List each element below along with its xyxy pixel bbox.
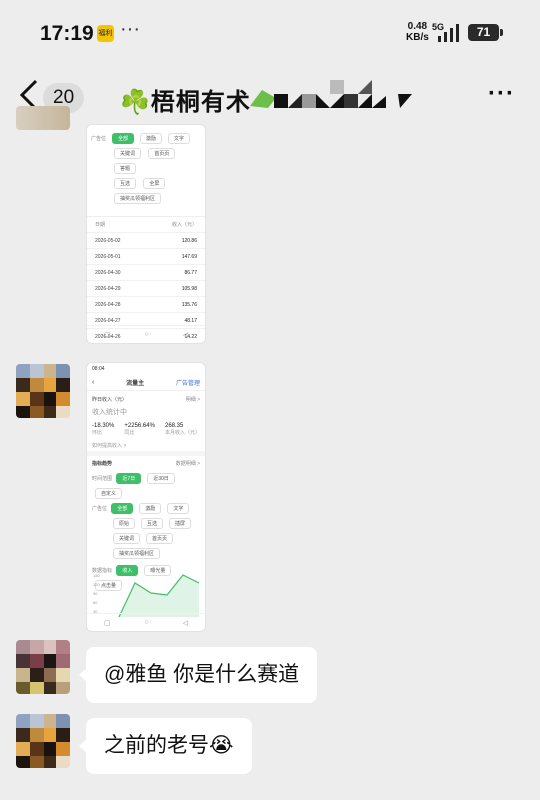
message-bubble[interactable]: @雅鱼 你是什么赛道 [78,647,318,703]
chip: 答题 [114,163,137,174]
redaction-mosaic [250,80,412,108]
avatar[interactable] [16,106,70,130]
message-text: 之前的老号 [104,734,209,757]
message-text: @雅鱼 你是什么赛道 [104,663,300,686]
yesterday-label: 昨日收入（元） [92,397,128,403]
phone-nav-keys: ▢ ○ ◁ [87,613,205,631]
stat-label: 环比 [92,430,103,436]
chat-header: 20 ☘️梧桐有术 ··· [0,62,540,130]
chip: 互选 [141,518,164,529]
more-icon[interactable]: ··· [488,80,515,108]
chip: 关键词 [114,148,142,159]
avatar[interactable] [16,714,70,768]
image-message-income-table[interactable]: 广告位 全部 激励 文字 关键词 首页页 答题 互选 全屏 抽奖瓜领福利区 日期… [86,124,206,344]
crying-emoji-icon: 😭 [209,734,234,757]
chip: 激励 [140,133,163,144]
column-income: 收入（元） [171,222,197,228]
table-row: 2026-04-28 135.76 [87,297,205,313]
trend-chart: 150 120 90 60 30 [93,573,200,617]
column-date: 日期 [95,222,106,228]
status-more-icon: ··· [120,18,140,40]
trend-link: 数据明细 > [175,461,200,467]
trend-title: 指标趋势 [92,461,113,467]
table-row: 2026-04-30 86.77 [87,265,205,281]
image-message-dashboard[interactable]: 08:04 ‹ 流量主 广告管理 昨日收入（元） 明细 > 收入统计中 -18.3… [86,362,206,632]
ad-label: 广告位 [92,506,108,512]
chip: 全屏 [143,178,166,189]
avatar[interactable] [16,364,70,418]
net-speed: 0.48 KB/s [406,21,429,43]
stat-label: 本月收入（元） [164,430,200,436]
avatar[interactable] [16,640,70,694]
yesterday-link: 明细 > [185,397,200,403]
chip: 插屏 [169,518,192,529]
chat-title-text: 梧桐有术 [150,89,251,116]
table-row: 2026-04-29 105.98 [87,281,205,297]
svg-text:90: 90 [93,591,98,596]
phone-nav-keys: ▢ ○ ◁ [87,325,205,343]
table-row: 2026-05-02 120.86 [87,233,205,249]
svg-text:60: 60 [93,600,98,605]
ad-slot-label: 广告位 [91,136,107,142]
chip: 文字 [167,503,190,514]
chip: 关键词 [113,533,141,544]
chip: 自定义 [95,488,123,499]
svg-text:120: 120 [93,582,100,587]
chip: 近30日 [147,473,175,484]
signal-icon [438,24,459,42]
chip: 抽奖瓜领福利区 [113,548,161,559]
chip: 激励 [139,503,162,514]
chip: 首页页 [148,148,176,159]
chip: 近7日 [116,473,142,484]
stat-label: 同比 [124,430,135,436]
chip: 文字 [168,133,191,144]
status-time: 17:19 [40,22,94,45]
chip: 抽奖瓜领福利区 [114,193,162,204]
thumb-back-icon: ‹ [92,379,95,386]
thumb-header-right: 广告管理 [175,381,200,387]
status-bar: 17:19 福利 ··· 0.48 KB/s 5G 71 [0,0,540,62]
range-label: 时间范围 [92,476,113,482]
chip: 全部 [112,133,135,144]
thumb-status: 08:04 [92,366,105,372]
chip: 全部 [111,503,134,514]
clover-icon: ☘️ [120,89,151,116]
table-header: 日期 收入（元） [87,217,205,233]
message-bubble[interactable]: 之前的老号😭 [79,718,252,774]
chip: 原始 [113,518,136,529]
chip: 首页页 [146,533,174,544]
notice-link: 如何提高收入 > [92,443,127,449]
thumb-header-title: 流量主 [126,381,145,387]
chat-title: ☘️梧桐有术 [120,82,251,117]
table-row: 2026-05-01 147.69 [87,249,205,265]
battery-icon: 71 [468,24,499,41]
svg-text:150: 150 [93,573,100,578]
yesterday-value: 收入统计中 [92,409,127,416]
battery-tip [500,29,503,36]
chip: 互选 [114,178,137,189]
app-badge-icon: 福利 [97,25,114,42]
